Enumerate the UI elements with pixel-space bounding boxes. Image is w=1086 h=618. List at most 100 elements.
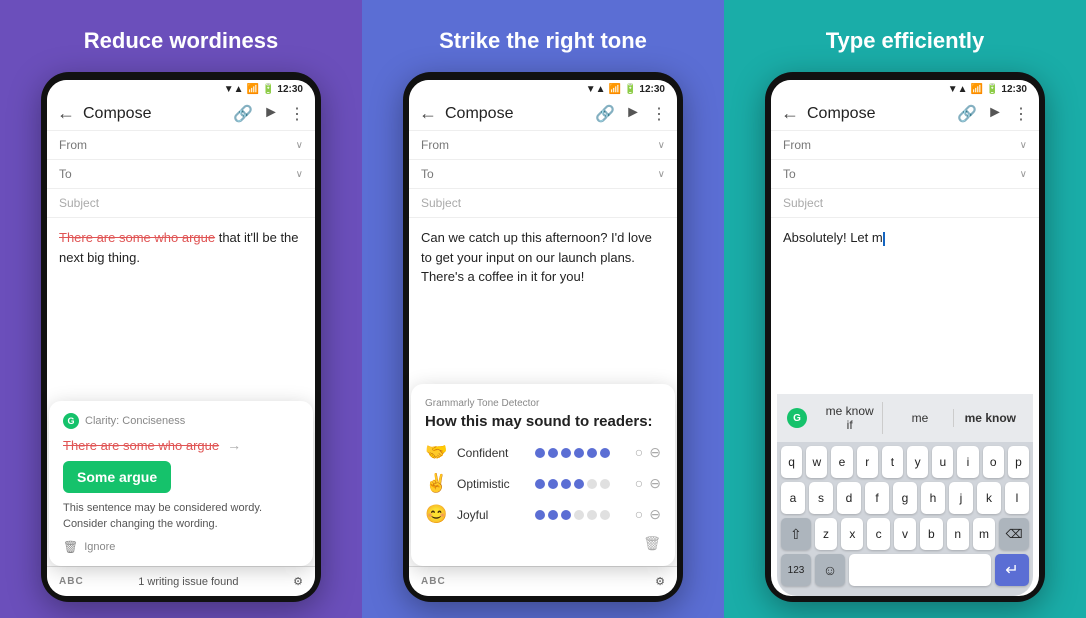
settings-icon-2[interactable]: ⚙: [655, 575, 665, 588]
autocomplete-item-3[interactable]: me know: [958, 409, 1023, 427]
keyboard-row-1: q w e r t y u i o p: [781, 446, 1029, 478]
from-field-2[interactable]: From ∨: [409, 131, 677, 160]
phone-mockup-1: ▼▲ 📶 🔋 12:30 ← Compose 🔗 ► ⋮ From: [41, 72, 321, 602]
key-u[interactable]: u: [932, 446, 953, 478]
from-field-3[interactable]: From ∨: [771, 131, 1039, 160]
dot: [574, 510, 584, 520]
key-s[interactable]: s: [809, 482, 833, 514]
key-d[interactable]: d: [837, 482, 861, 514]
key-e[interactable]: e: [831, 446, 852, 478]
tone-row-joyful: 😊 Joyful ○ ⊖: [425, 504, 661, 525]
back-icon-2[interactable]: ←: [419, 103, 437, 124]
send-icon-3[interactable]: ►: [987, 104, 1003, 124]
signal-icon: 📶: [247, 84, 259, 95]
key-enter[interactable]: ↵: [995, 554, 1029, 586]
status-icons-1: ▼▲ 📶 🔋 12:30: [224, 84, 303, 95]
keyboard-container-3: G me know if me me know q w e r t y: [777, 394, 1033, 596]
abc-badge-1: ABC: [59, 576, 84, 587]
check-icon-3[interactable]: ○: [635, 506, 643, 523]
key-k[interactable]: k: [977, 482, 1001, 514]
panel-type-efficiently: Type efficiently ▼▲ 📶 🔋 12:30 ← Compose …: [724, 0, 1086, 618]
phone-mockup-3: ▼▲ 📶 🔋 12:30 ← Compose 🔗 ► ⋮ From: [765, 72, 1045, 602]
tone-row-optimistic: ✌️ Optimistic ○ ⊖: [425, 473, 661, 494]
subject-field-3[interactable]: Subject: [771, 189, 1039, 218]
more-icon-2[interactable]: ⋮: [651, 104, 667, 124]
send-icon-2[interactable]: ►: [625, 104, 641, 124]
key-t[interactable]: t: [882, 446, 903, 478]
to-label-2: To: [421, 167, 434, 181]
grammarly-card-1: G Clarity: Conciseness There are some wh…: [49, 401, 313, 566]
key-numbers[interactable]: 123: [781, 554, 811, 586]
subject-field-1[interactable]: Subject: [47, 189, 315, 218]
key-n[interactable]: n: [947, 518, 969, 550]
panel-reduce-wordiness: Reduce wordiness ▼▲ 📶 🔋 12:30 ← Compose …: [0, 0, 362, 618]
minus-icon-2[interactable]: ⊖: [649, 475, 661, 492]
key-z[interactable]: z: [815, 518, 837, 550]
key-v[interactable]: v: [894, 518, 916, 550]
back-icon-3[interactable]: ←: [781, 103, 799, 124]
suggestion-button-1[interactable]: Some argue: [63, 461, 171, 493]
key-h[interactable]: h: [921, 482, 945, 514]
subject-field-2[interactable]: Subject: [409, 189, 677, 218]
key-x[interactable]: x: [841, 518, 863, 550]
back-icon-1[interactable]: ←: [57, 103, 75, 124]
autocomplete-item-1[interactable]: me know if: [817, 402, 883, 434]
key-w[interactable]: w: [806, 446, 827, 478]
check-icon-2[interactable]: ○: [635, 475, 643, 492]
dot: [548, 510, 558, 520]
dot: [535, 448, 545, 458]
to-field-2[interactable]: To ∨: [409, 160, 677, 189]
autocomplete-bar-3: G me know if me me know: [777, 394, 1033, 442]
panel3-title: Type efficiently: [826, 28, 985, 54]
key-i[interactable]: i: [957, 446, 978, 478]
dot: [535, 510, 545, 520]
to-field-1[interactable]: To ∨: [47, 160, 315, 189]
panel2-title: Strike the right tone: [439, 28, 647, 54]
ignore-label-1[interactable]: Ignore: [84, 541, 115, 553]
from-field-1[interactable]: From ∨: [47, 131, 315, 160]
trash-icon-1[interactable]: 🗑: [63, 540, 78, 554]
key-space[interactable]: [849, 554, 991, 586]
attach-icon-3[interactable]: 🔗: [957, 104, 977, 124]
wifi-icon-3: ▼▲: [948, 84, 968, 95]
optimistic-label: Optimistic: [457, 477, 527, 491]
dot: [574, 479, 584, 489]
dot: [587, 448, 597, 458]
tone-card-footer: 🗑: [425, 535, 661, 552]
key-backspace[interactable]: ⌫: [999, 518, 1029, 550]
key-l[interactable]: l: [1005, 482, 1029, 514]
text-cursor: [883, 232, 885, 246]
more-icon-1[interactable]: ⋮: [289, 104, 305, 124]
writing-issue-1: 1 writing issue found: [138, 576, 238, 588]
trash-icon-2[interactable]: 🗑: [643, 535, 661, 552]
send-icon-1[interactable]: ►: [263, 104, 279, 124]
key-o[interactable]: o: [983, 446, 1004, 478]
minus-icon-3[interactable]: ⊖: [649, 506, 661, 523]
key-q[interactable]: q: [781, 446, 802, 478]
key-b[interactable]: b: [920, 518, 942, 550]
minus-icon-1[interactable]: ⊖: [649, 444, 661, 461]
to-label-1: To: [59, 167, 72, 181]
settings-icon-1[interactable]: ⚙: [293, 575, 303, 588]
key-emoji[interactable]: ☺: [815, 554, 845, 586]
key-j[interactable]: j: [949, 482, 973, 514]
attach-icon-1[interactable]: 🔗: [233, 104, 253, 124]
key-p[interactable]: p: [1008, 446, 1029, 478]
check-icon-1[interactable]: ○: [635, 444, 643, 461]
key-g[interactable]: g: [893, 482, 917, 514]
toolbar-icons-1: 🔗 ► ⋮: [233, 104, 305, 124]
optimistic-emoji: ✌️: [425, 473, 449, 494]
more-icon-3[interactable]: ⋮: [1013, 104, 1029, 124]
key-shift[interactable]: ⇧: [781, 518, 811, 550]
to-field-3[interactable]: To ∨: [771, 160, 1039, 189]
key-y[interactable]: y: [907, 446, 928, 478]
key-f[interactable]: f: [865, 482, 889, 514]
dot: [548, 479, 558, 489]
key-c[interactable]: c: [867, 518, 889, 550]
key-r[interactable]: r: [857, 446, 878, 478]
autocomplete-item-2[interactable]: me: [887, 409, 953, 427]
attach-icon-2[interactable]: 🔗: [595, 104, 615, 124]
joyful-label: Joyful: [457, 508, 527, 522]
key-a[interactable]: a: [781, 482, 805, 514]
key-m[interactable]: m: [973, 518, 995, 550]
